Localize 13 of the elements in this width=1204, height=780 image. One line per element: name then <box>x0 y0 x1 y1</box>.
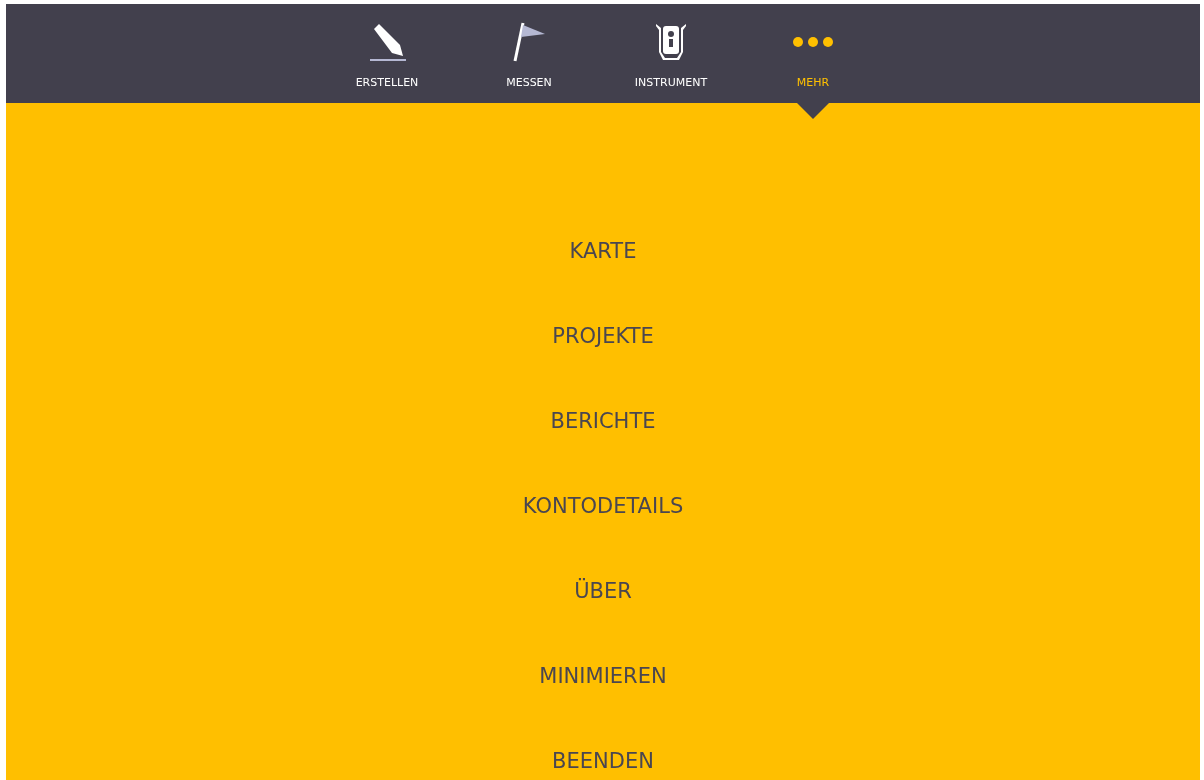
menu-item[interactable]: KONTODETAILS <box>522 463 684 548</box>
nav-tab[interactable]: INSTRUMENT <box>600 4 742 103</box>
menu-item[interactable]: PROJEKTE <box>552 293 654 378</box>
menu-item[interactable]: MINIMIEREN <box>539 633 667 718</box>
nav-tab[interactable]: ERSTELLEN <box>316 4 458 103</box>
menu-item[interactable]: KARTE <box>569 208 637 293</box>
nav-tab[interactable]: MESSEN <box>458 4 600 103</box>
menu-item[interactable]: ÜBER <box>574 548 632 633</box>
instrument-icon <box>655 22 687 62</box>
menu-item[interactable]: BEENDEN <box>552 718 654 780</box>
more-icon <box>792 36 834 48</box>
menu-item[interactable]: BERICHTE <box>550 378 656 463</box>
flag-icon <box>511 21 547 63</box>
